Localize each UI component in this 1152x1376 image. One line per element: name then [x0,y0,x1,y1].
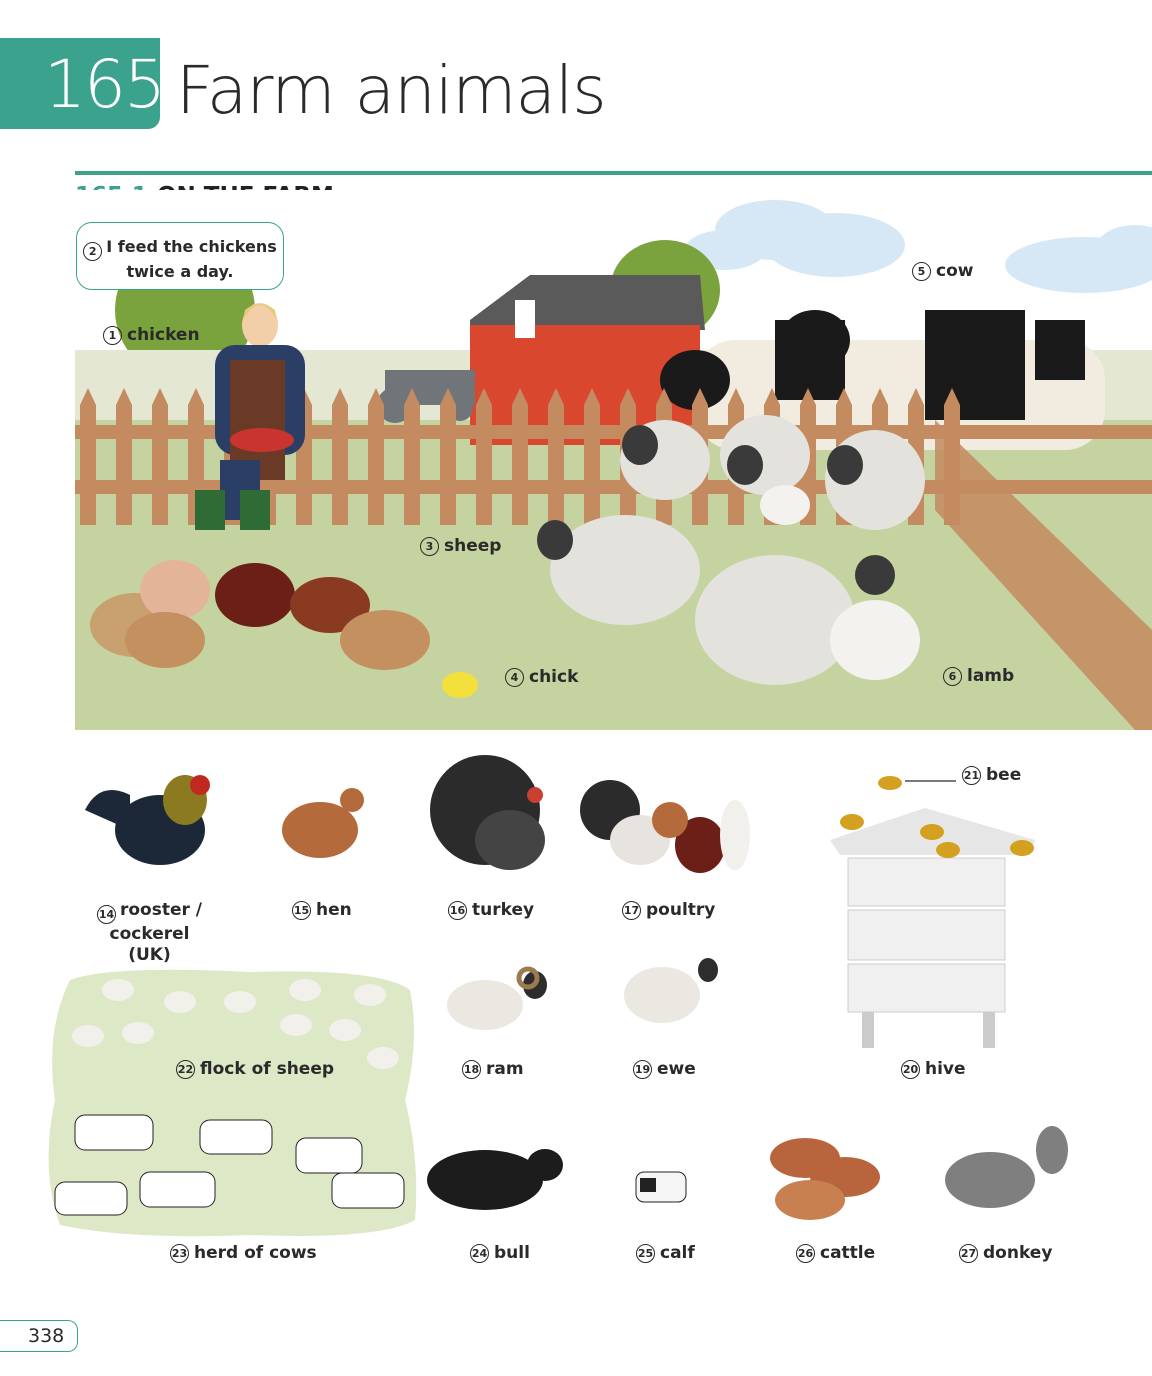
item-turkey: 16 turkey [448,900,534,920]
item-label: poultry [646,900,716,920]
item-poultry: 17 poultry [622,900,715,920]
number-badge: 23 [170,1243,189,1263]
ram-illustration [447,966,547,1030]
item-calf: 25 calf [636,1243,695,1263]
item-label: rooster / [119,900,203,920]
label-sheep: 3 sheep [420,536,501,556]
item-label: hen [316,900,352,920]
fence-picket [332,388,348,525]
speech-line-2: twice a day. [126,262,234,281]
label-text: chicken [127,325,200,345]
item-rooster: 14 rooster / cockerel (UK) [87,900,212,966]
number-badge: 20 [901,1059,920,1079]
number-badge: 24 [470,1243,489,1263]
bull-illustration [427,1149,563,1210]
item-label: calf [660,1243,695,1263]
number-badge: 25 [636,1243,655,1263]
animals-illustrations [48,755,1068,1237]
label-lamb: 6 lamb [943,666,1014,686]
fence-picket [404,388,420,525]
unit-title: Farm animals [176,52,607,129]
fence-picket [476,388,492,525]
item-bull: 24 bull [470,1243,530,1263]
number-badge: 17 [622,900,641,920]
poultry-illustration [580,780,750,873]
ewe-illustration [624,958,718,1023]
item-donkey: 27 donkey [959,1243,1052,1263]
item-bee: 21 bee [962,765,1021,785]
unit-number: 165 [44,46,166,123]
number-badge: 18 [462,1059,481,1079]
fence-picket [440,388,456,525]
page-number: 338 [28,1325,65,1347]
item-ram: 18 ram [462,1059,524,1079]
fence-picket [80,388,96,525]
label-text: lamb [967,666,1015,686]
number-badge: 5 [912,261,931,281]
item-ewe: 19 ewe [633,1059,696,1079]
number-badge: 27 [959,1243,978,1263]
item-label: ewe [657,1059,696,1079]
item-hive: 20 hive [901,1059,966,1079]
hive-illustration [830,808,1035,1048]
number-badge: 1 [103,325,122,345]
item-cattle: 26 cattle [796,1243,875,1263]
fence-picket [512,388,528,525]
item-label: cattle [820,1243,876,1263]
speech-bubble: 2I feed the chickens twice a day. [76,222,284,290]
turkey-illustration [430,755,545,870]
number-badge: 4 [505,667,524,687]
label-cow: 5 cow [912,261,973,281]
item-label: turkey [472,900,535,920]
label-chick: 4 chick [505,667,578,687]
donkey-illustration [945,1126,1068,1208]
speech-line-1: I feed the chickens [106,237,277,256]
number-badge: 16 [448,900,467,920]
label-text: cow [936,261,974,281]
item-label: hive [925,1059,966,1079]
label-text: sheep [444,536,502,556]
item-label-line-2: cockerel (UK) [109,924,190,965]
item-label: bull [494,1243,530,1263]
item-label: donkey [983,1243,1053,1263]
label-chicken: 1 chicken [103,325,200,345]
number-badge: 22 [176,1059,195,1079]
rooster-illustration [85,775,210,865]
number-badge: 21 [962,765,981,785]
item-label: herd of cows [194,1243,317,1263]
number-badge: 2 [83,242,103,261]
item-label: flock of sheep [200,1059,335,1079]
section-rule [75,171,1152,175]
number-badge: 26 [796,1243,815,1263]
cattle-illustration [770,1138,880,1220]
item-label: ram [486,1059,524,1079]
number-badge: 19 [633,1059,652,1079]
item-herd-of-cows: 23 herd of cows [170,1243,317,1263]
calf-illustration [635,1171,687,1203]
item-label: bee [986,765,1022,785]
fence-picket [548,388,564,525]
label-text: chick [529,667,579,687]
number-badge: 15 [292,900,311,920]
hen-illustration [282,788,364,858]
item-flock-of-sheep: 22 flock of sheep [176,1059,334,1079]
item-hen: 15 hen [292,900,352,920]
fence-picket [584,388,600,525]
chick [442,672,478,698]
number-badge: 14 [96,905,116,924]
fence-picket [368,388,384,525]
fence-picket [152,388,168,525]
fence-picket [116,388,132,525]
number-badge: 3 [420,536,439,556]
number-badge: 6 [943,666,962,686]
